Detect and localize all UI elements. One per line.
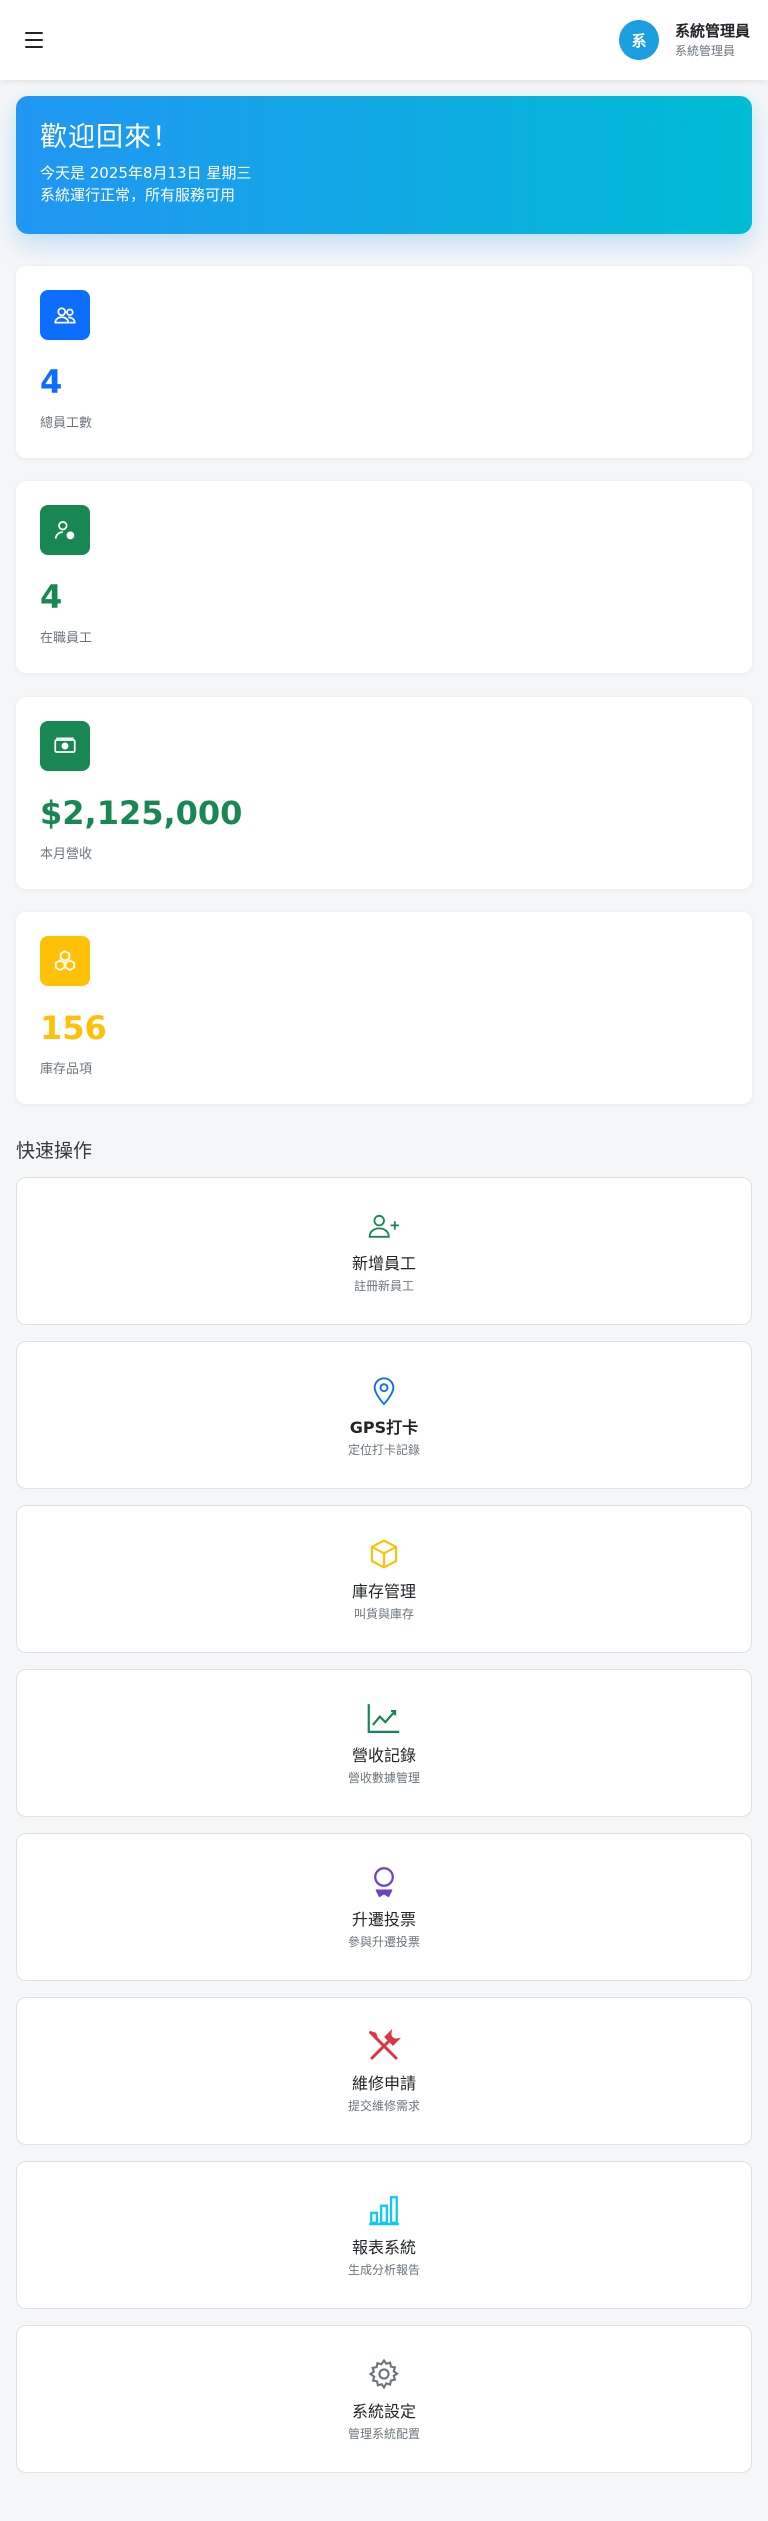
user-role: 系統管理員 (674, 44, 735, 58)
quick-action-title: 營收記錄 (351, 1746, 416, 1765)
quick-action-subtitle: 叫貨與庫存 (353, 1607, 414, 1621)
stat-label: 在職員工 (40, 631, 93, 646)
welcome-banner: 歡迎回來！ 今天是 2025年8月13日 星期三 系統運行正常，所有服務可用 (16, 96, 752, 234)
quick-action-repair-request[interactable]: 維修申請 提交維修需求 (16, 1997, 752, 2145)
quick-action-title: 系統設定 (351, 2402, 416, 2421)
stat-label: 本月營收 (40, 847, 93, 862)
gear-icon (364, 2354, 404, 2394)
quick-action-add-employee[interactable]: 新增員工 註冊新員工 (16, 1177, 752, 1325)
hamburger-menu-icon[interactable] (18, 24, 50, 56)
quick-action-title: 報表系統 (351, 2238, 416, 2257)
stat-value: 156 (40, 1009, 107, 1047)
quick-action-subtitle: 定位打卡記錄 (347, 1443, 420, 1457)
quick-action-system-settings[interactable]: 系統設定 管理系統配置 (16, 2325, 752, 2473)
quick-actions-title: 快速操作 (16, 1140, 93, 1162)
stat-label: 總員工數 (40, 416, 93, 431)
welcome-title: 歡迎回來！ (40, 122, 180, 153)
stat-card-monthly-revenue: $2,125,000 本月營收 (16, 697, 752, 889)
quick-action-title: 維修申請 (351, 2074, 416, 2093)
quick-action-subtitle: 管理系統配置 (347, 2427, 420, 2441)
quick-action-promotion-vote[interactable]: 升遷投票 參與升遷投票 (16, 1833, 752, 1981)
location-pin-icon (364, 1370, 404, 1410)
stat-value: 4 (40, 578, 63, 616)
stat-value: 4 (40, 363, 63, 401)
quick-action-subtitle: 營收數據管理 (347, 1771, 420, 1785)
quick-action-gps-clock-in[interactable]: GPS打卡 定位打卡記錄 (16, 1341, 752, 1489)
quick-action-reports[interactable]: 報表系統 生成分析報告 (16, 2161, 752, 2309)
quick-action-title: 庫存管理 (351, 1582, 416, 1601)
boxes-icon (40, 936, 90, 986)
user-menu[interactable]: 系 系統管理員 系統管理員 (618, 18, 750, 62)
avatar: 系 (618, 20, 659, 60)
quick-action-subtitle: 參與升遷投票 (347, 1935, 420, 1949)
stat-card-total-employees: 4 總員工數 (16, 266, 752, 458)
quick-action-title: 升遷投票 (351, 1910, 416, 1929)
tools-icon (364, 2026, 404, 2066)
quick-action-title: 新增員工 (351, 1254, 416, 1273)
stat-card-inventory-items: 156 庫存品項 (16, 912, 752, 1104)
stat-card-active-employees: 4 在職員工 (16, 481, 752, 673)
top-navbar: 系 系統管理員 系統管理員 (0, 0, 768, 80)
quick-action-inventory[interactable]: 庫存管理 叫貨與庫存 (16, 1505, 752, 1653)
welcome-date: 今天是 2025年8月13日 星期三 (40, 164, 252, 182)
bar-chart-icon (364, 2190, 404, 2230)
stat-value: $2,125,000 (40, 794, 243, 832)
quick-action-subtitle: 生成分析報告 (347, 2263, 420, 2277)
box-icon (364, 1534, 404, 1574)
user-name: 系統管理員 (674, 22, 750, 40)
quick-action-subtitle: 註冊新員工 (353, 1279, 414, 1293)
line-chart-icon (364, 1698, 404, 1738)
stat-label: 庫存品項 (40, 1062, 93, 1077)
award-icon (364, 1862, 404, 1902)
person-check-icon (40, 505, 90, 555)
person-plus-icon (364, 1206, 404, 1246)
welcome-status: 系統運行正常，所有服務可用 (40, 186, 236, 204)
quick-action-subtitle: 提交維修需求 (347, 2099, 420, 2113)
cash-icon (40, 721, 90, 771)
people-icon (40, 290, 90, 340)
quick-action-revenue-records[interactable]: 營收記錄 營收數據管理 (16, 1669, 752, 1817)
quick-action-title: GPS打卡 (349, 1418, 419, 1437)
